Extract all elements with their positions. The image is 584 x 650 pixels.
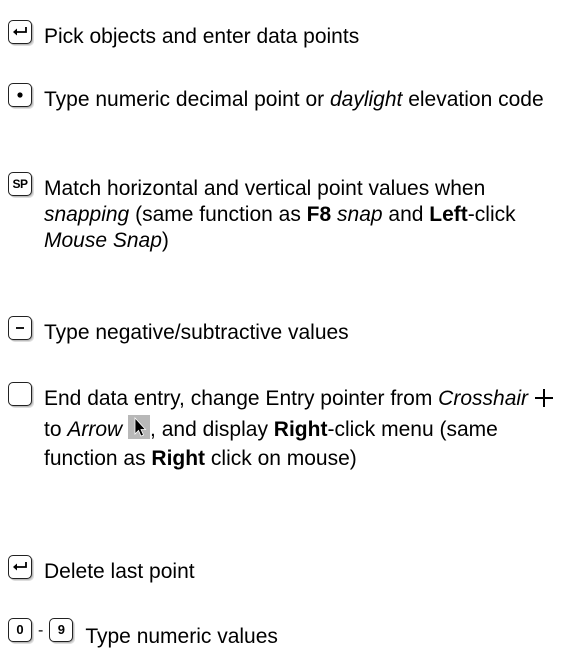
list-item: Pick objects and enter data points (8, 20, 564, 50)
nine-key-label: 9 (57, 622, 65, 637)
item-text: Type numeric decimal point or daylight e… (44, 88, 544, 111)
list-item: Type numeric decimal point or daylight e… (8, 83, 564, 113)
enter-key-icon (8, 20, 32, 44)
item-text: Pick objects and enter data points (44, 25, 360, 48)
item-text: Type numeric values (85, 625, 278, 648)
list-item: Type negative/subtractive values (8, 316, 564, 346)
zero-key-icon: 0 (8, 618, 32, 642)
range-separator: - (38, 622, 44, 639)
list-item: SP Match horizontal and vertical point v… (8, 172, 564, 254)
sp-key-icon: SP (8, 172, 32, 196)
backspace-key-icon (8, 555, 32, 579)
list-item: End data entry, change Entry pointer fro… (8, 382, 564, 472)
list-item: Delete last point (8, 555, 564, 585)
space-key-icon (8, 382, 32, 406)
list-item: 0 - 9 Type numeric values (8, 618, 278, 650)
item-text: Delete last point (44, 560, 195, 583)
zero-key-label: 0 (16, 622, 24, 637)
period-key-icon (8, 83, 32, 107)
sp-key-label: SP (12, 177, 28, 191)
item-text: Match horizontal and vertical point valu… (44, 177, 516, 252)
crosshair-icon (534, 388, 554, 415)
item-text: End data entry, change Entry pointer fro… (44, 386, 564, 472)
nine-key-icon: 9 (49, 618, 74, 642)
item-text: Type negative/subtractive values (44, 321, 349, 344)
arrow-pointer-icon (128, 415, 151, 446)
minus-key-icon (8, 316, 32, 340)
